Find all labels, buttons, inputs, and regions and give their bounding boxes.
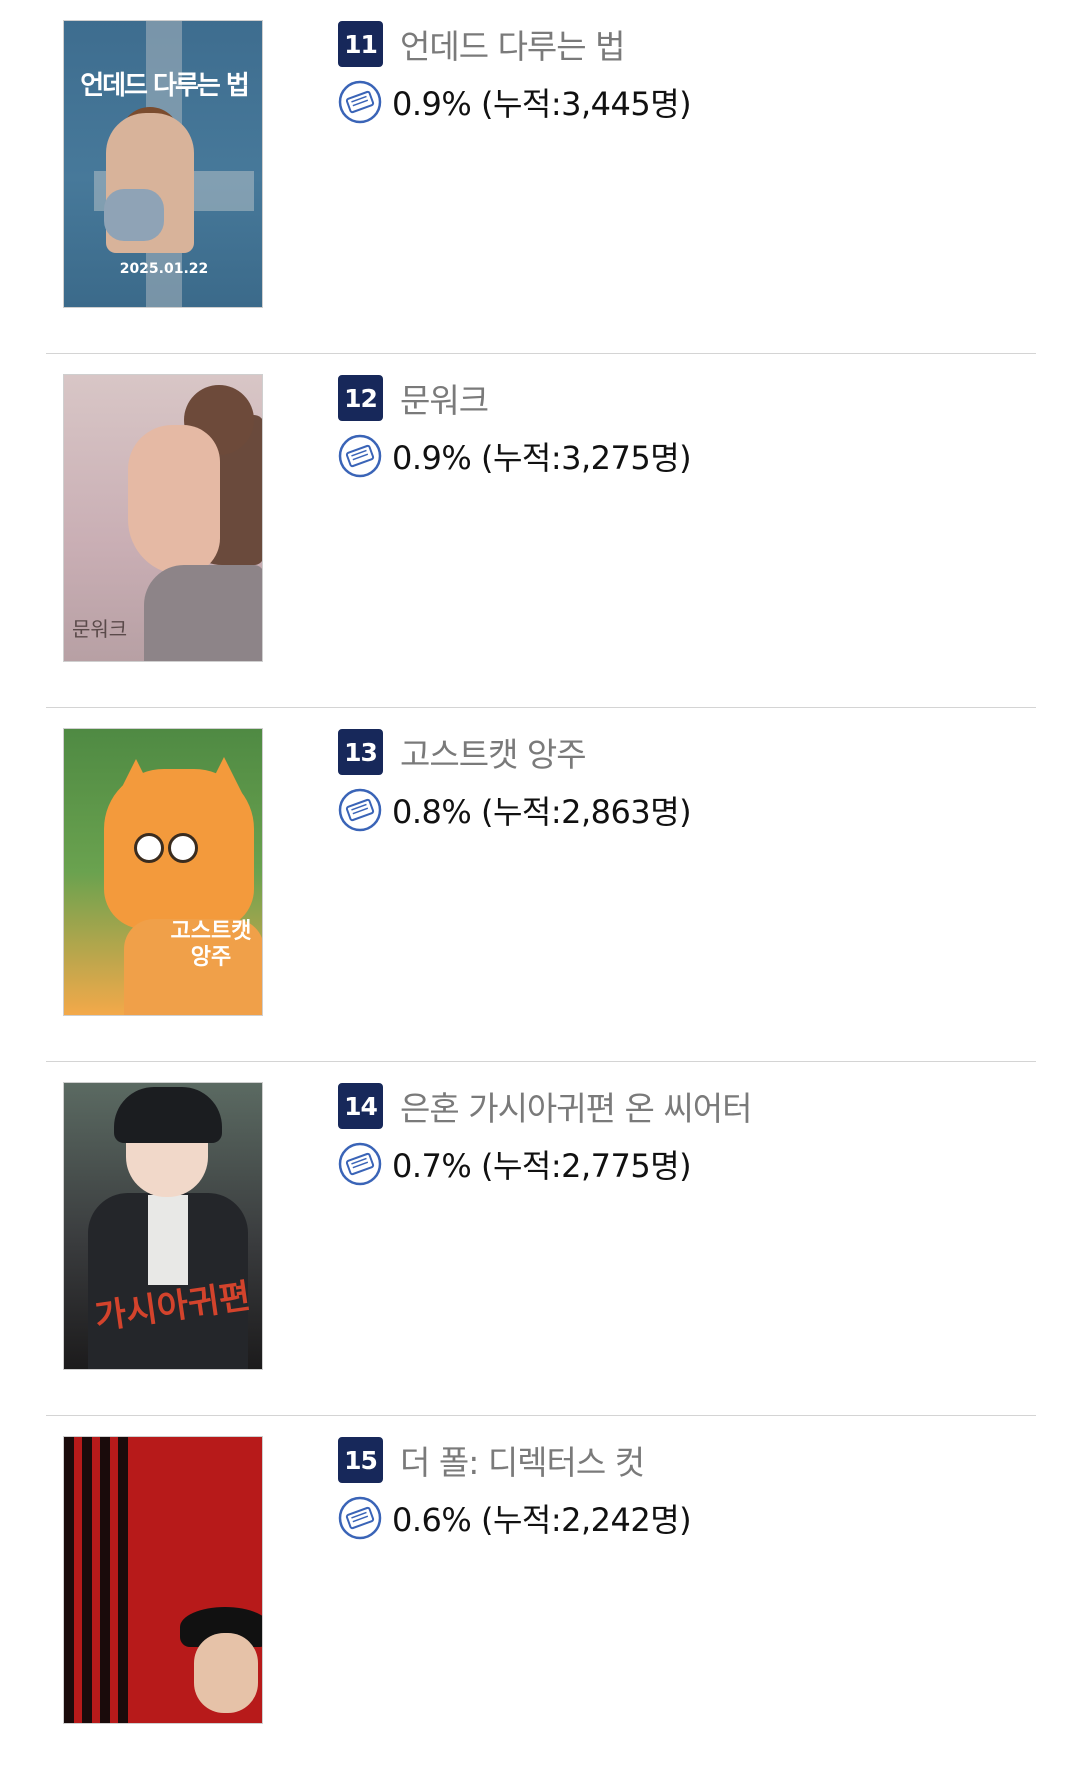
movie-title[interactable]: 문워크	[400, 374, 489, 422]
movie-poster[interactable]: 문워크	[63, 374, 263, 662]
ticket-icon	[338, 1142, 382, 1186]
audience-share: 0.7% (누적:2,775명)	[392, 1147, 692, 1185]
rank-badge: 13	[338, 729, 383, 775]
list-item[interactable]: 고스트캣 앙주 13 고스트캣 앙주 0.8% (누적:2,863명)	[46, 708, 1036, 1062]
movie-poster[interactable]: 고스트캣 앙주	[63, 728, 263, 1016]
rank-badge: 11	[338, 21, 383, 67]
movie-title[interactable]: 언데드 다루는 법	[400, 20, 625, 68]
box-office-list: 언데드 다루는 법 2025.01.22 11 언데드 다루는 법 0.9% (…	[0, 0, 1080, 1761]
list-item[interactable]: 가시아귀편 14 은혼 가시아귀편 온 씨어터 0.7% (누적:2,775명)	[46, 1062, 1036, 1416]
list-item[interactable]: 문워크 12 문워크 0.9% (누적:3,275명)	[46, 354, 1036, 708]
list-item[interactable]: 15 더 폴: 디렉터스 컷 0.6% (누적:2,242명)	[46, 1416, 1036, 1770]
movie-poster[interactable]: 가시아귀편	[63, 1082, 263, 1370]
movie-title[interactable]: 더 폴: 디렉터스 컷	[400, 1436, 645, 1484]
movie-poster[interactable]: 언데드 다루는 법 2025.01.22	[63, 20, 263, 308]
movie-poster[interactable]	[63, 1436, 263, 1724]
movie-title[interactable]: 은혼 가시아귀편 온 씨어터	[400, 1082, 752, 1130]
audience-share: 0.9% (누적:3,445명)	[392, 85, 692, 123]
movie-title[interactable]: 고스트캣 앙주	[400, 728, 587, 776]
rank-badge: 15	[338, 1437, 383, 1483]
audience-share: 0.6% (누적:2,242명)	[392, 1501, 692, 1539]
audience-share: 0.8% (누적:2,863명)	[392, 793, 692, 831]
poster-date: 2025.01.22	[119, 261, 209, 277]
list-item[interactable]: 언데드 다루는 법 2025.01.22 11 언데드 다루는 법 0.9% (…	[46, 0, 1036, 354]
poster-title: 언데드 다루는 법	[80, 71, 250, 101]
rank-badge: 12	[338, 375, 383, 421]
rank-badge: 14	[338, 1083, 383, 1129]
ticket-icon	[338, 1496, 382, 1540]
ticket-icon	[338, 788, 382, 832]
ticket-icon	[338, 434, 382, 478]
audience-share: 0.9% (누적:3,275명)	[392, 439, 692, 477]
poster-title: 문워크	[72, 617, 128, 641]
ticket-icon	[338, 80, 382, 124]
poster-title: 고스트캣 앙주	[170, 919, 252, 970]
